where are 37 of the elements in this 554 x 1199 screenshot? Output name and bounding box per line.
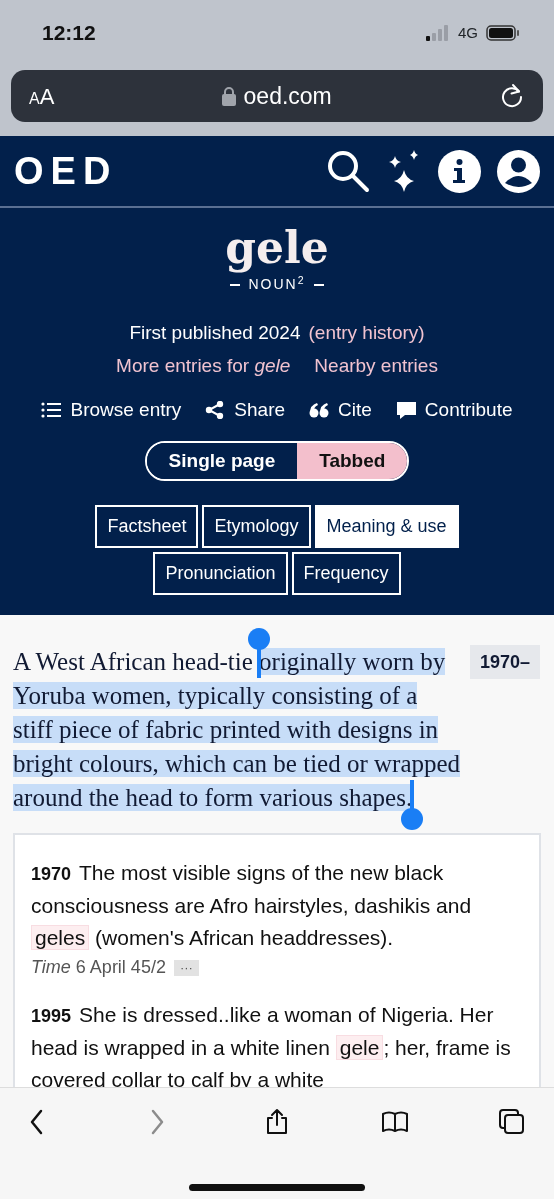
action-link[interactable]: Browse entry: [41, 396, 182, 425]
clock-time: 12:12: [42, 20, 96, 47]
reload-icon[interactable]: [499, 83, 525, 109]
site-logo[interactable]: OED: [14, 142, 118, 200]
dash-mark: [313, 283, 324, 286]
text-size-button[interactable]: AA: [29, 79, 55, 113]
quotation-text: 1970 The most visible signs of the new black consciousness are Afro hairstyles, dashikis and geles (women's African headdresses).: [31, 860, 473, 952]
list-icon: [41, 401, 63, 420]
url-text[interactable]: oed.com: [243, 78, 332, 114]
speech-bubble-icon: [395, 401, 417, 420]
view-toggle-option[interactable]: Tabbed: [297, 442, 408, 479]
section-tab[interactable]: Frequency: [291, 552, 401, 595]
action-link[interactable]: Share: [205, 396, 286, 425]
user-icon[interactable]: [497, 149, 540, 193]
battery-icon: [486, 25, 520, 41]
action-link[interactable]: Contribute: [395, 396, 513, 425]
section-tab[interactable]: Etymology: [202, 505, 311, 548]
date-range: 1970–: [469, 645, 540, 679]
entry-history-link[interactable]: (entry history): [308, 319, 425, 348]
signal-icon: [426, 25, 450, 41]
section-tab[interactable]: Pronunciation: [153, 552, 288, 595]
lock-icon: [221, 86, 236, 106]
info-icon[interactable]: [438, 149, 481, 193]
action-link[interactable]: Cite: [309, 396, 372, 425]
entry-link[interactable]: More entries for gele: [116, 351, 291, 380]
section-tab[interactable]: Factsheet: [95, 505, 199, 548]
dash-mark: [230, 283, 241, 286]
part-of-speech: NOUN$^{2}$: [248, 274, 306, 294]
quote-icon: [309, 401, 331, 420]
section-tab[interactable]: Meaning & use: [314, 505, 459, 548]
first-published-text: First published 2024: [129, 321, 301, 345]
network-label: 4G: [458, 22, 478, 43]
entry-link[interactable]: Nearby entries: [314, 351, 438, 380]
quotation-source: Time 6 April 45/2: [31, 956, 166, 979]
more-button[interactable]: ···: [173, 959, 199, 976]
tabs-icon[interactable]: [498, 1108, 526, 1136]
search-icon[interactable]: [326, 149, 370, 193]
